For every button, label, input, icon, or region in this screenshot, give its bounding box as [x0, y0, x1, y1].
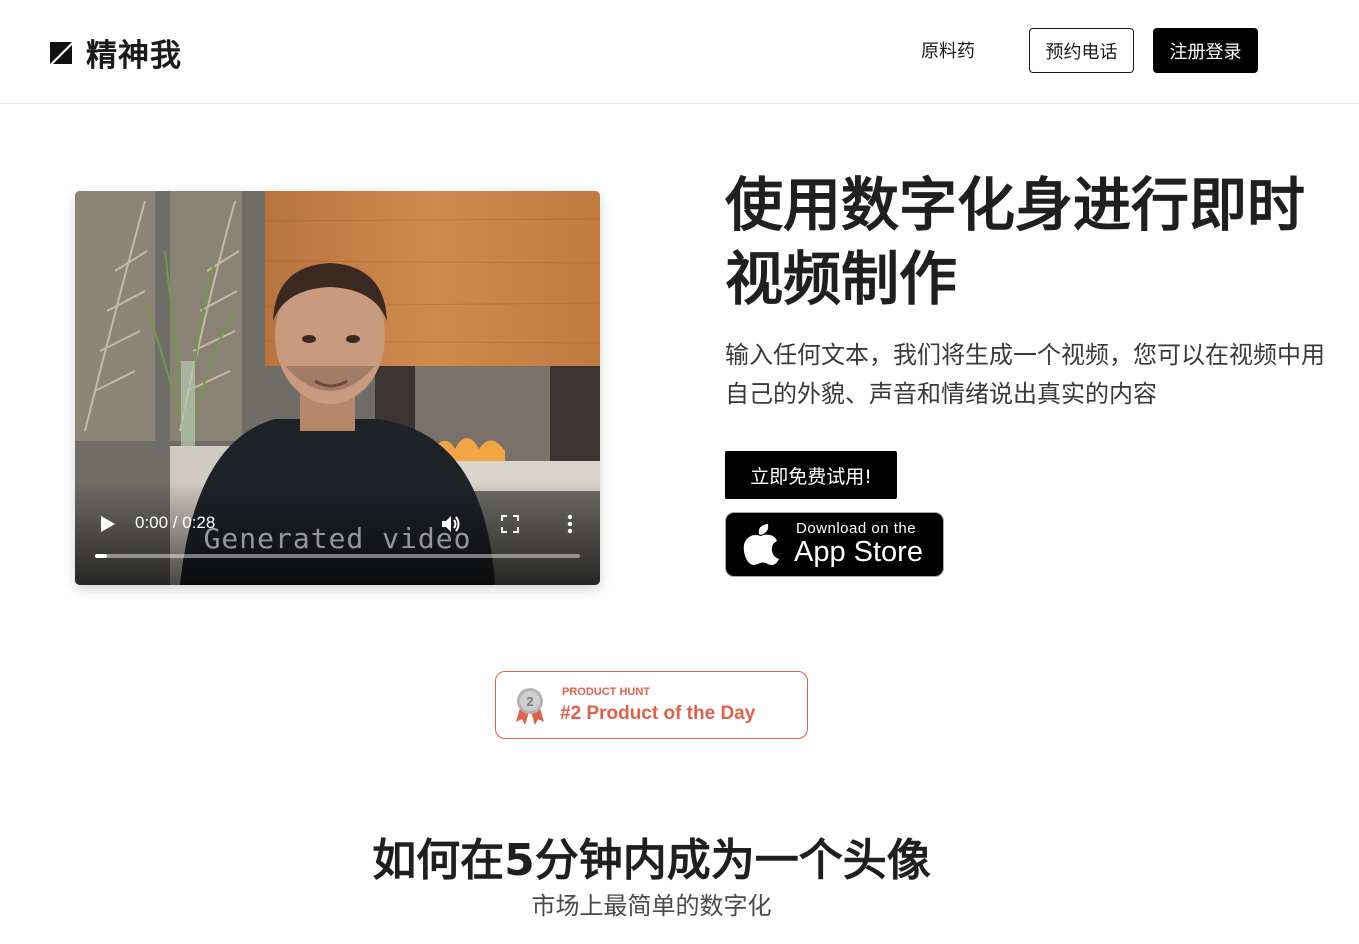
hero-title: 使用数字化身进行即时视频制作: [725, 171, 1306, 313]
app-store-badge[interactable]: Download on the App Store: [725, 512, 944, 577]
video-controls: 0:00 / 0:28: [75, 191, 600, 585]
section-subtitle: 市场上最简单的数字化: [531, 892, 772, 920]
play-icon[interactable]: [99, 514, 117, 534]
product-hunt-rank: #2 Product of the Day: [560, 703, 756, 724]
medal-rank: 2: [526, 694, 533, 709]
app-store-small-text: Download on the: [796, 520, 917, 537]
product-hunt-badge[interactable]: 2 PRODUCT HUNT #2 Product of the Day: [495, 671, 808, 739]
book-call-button[interactable]: 预约电话: [1029, 28, 1134, 73]
free-trial-button[interactable]: 立即免费试用!: [725, 451, 897, 499]
demo-video[interactable]: Generated video 0:00 / 0:28: [75, 191, 600, 585]
section-title: 如何在5分钟内成为一个头像: [372, 835, 931, 886]
hero-subtitle: 输入任何文本，我们将生成一个视频，您可以在视频中用自己的外貌、声音和情绪说出真实…: [725, 341, 1325, 408]
fullscreen-icon[interactable]: [501, 515, 519, 533]
video-progress-bar[interactable]: [95, 554, 580, 558]
brand-logo[interactable]: 精神我: [50, 30, 182, 75]
site-header: 精神我 原料药 预约电话 注册登录: [0, 0, 1359, 104]
logo-icon: [50, 41, 72, 64]
apple-icon: [743, 524, 779, 565]
more-options-icon[interactable]: [565, 513, 575, 535]
app-store-big-text: App Store: [794, 536, 923, 568]
medal-icon: 2: [516, 688, 544, 725]
product-hunt-label: PRODUCT HUNT: [562, 686, 650, 698]
brand-name: 精神我: [86, 38, 182, 74]
video-time: 0:00 / 0:28: [135, 513, 216, 532]
signup-login-button[interactable]: 注册登录: [1153, 28, 1258, 73]
volume-icon[interactable]: [440, 513, 462, 535]
nav-link-api[interactable]: 原料药: [921, 37, 975, 63]
video-progress-fill: [95, 554, 107, 558]
